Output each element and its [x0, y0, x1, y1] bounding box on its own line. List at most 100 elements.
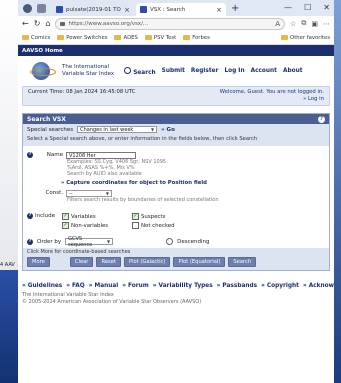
descending-label: Descending — [177, 238, 210, 245]
help-icon[interactable]: ? — [27, 238, 33, 245]
bookmark-ades[interactable]: ADES — [114, 35, 138, 41]
footer-link-guidelines[interactable]: » Guidelines — [22, 283, 62, 289]
footer-link-variability-types[interactable]: » Variability Types — [153, 283, 213, 289]
nav-submit[interactable]: Submit — [162, 68, 185, 74]
minimize-icon[interactable]: — — [284, 3, 292, 12]
orderby-row: ? Order by GCVS sequence ▼ Descending — [27, 236, 325, 248]
site-favicon-icon — [140, 6, 147, 13]
lock-icon — [60, 21, 66, 26]
chevron-down-icon: ▼ — [105, 191, 109, 197]
button-row: More Clear Reset Plot (Galactic) Plot (E… — [27, 257, 325, 268]
checkbox-not-checked[interactable]: Not checked — [132, 222, 202, 230]
site-header: The International Variable Star Index Se… — [18, 56, 334, 86]
folder-icon — [144, 35, 152, 40]
collections-icon[interactable]: ▣ — [311, 20, 318, 28]
vsx-logo-icon[interactable] — [30, 60, 56, 82]
bookmark-power-switches[interactable]: Power Switches — [57, 35, 107, 41]
name-input[interactable]: V1208 Her — [66, 151, 136, 159]
orderby-select[interactable]: GCVS sequence ▼ — [65, 236, 114, 248]
bookmark-psv-test[interactable]: PSV Test — [144, 35, 176, 41]
search-button[interactable]: Search — [228, 257, 257, 268]
nav-log-in[interactable]: Log In — [224, 68, 244, 74]
help-icon[interactable]: ? — [318, 115, 325, 123]
checkbox-non-variables[interactable]: ✓ Non-variables — [62, 222, 132, 230]
descending-radio[interactable] — [166, 238, 174, 246]
checkbox-variables[interactable]: ✓ Variables — [62, 213, 132, 221]
more-button[interactable]: More — [27, 257, 50, 268]
checkbox-icon: ✓ — [62, 213, 69, 221]
nav-search[interactable]: Search — [124, 66, 156, 76]
login-link[interactable]: » Log in — [220, 96, 324, 103]
constellation-select[interactable]: -- ▼ — [66, 190, 112, 198]
checkbox-icon: ✓ — [62, 222, 69, 230]
folder-icon — [22, 35, 29, 40]
footer-link-forum[interactable]: » Forum — [122, 283, 149, 289]
site-brand: The International Variable Star Index — [62, 64, 115, 77]
footer-link-faq[interactable]: » FAQ — [66, 283, 84, 289]
favorite-star-icon[interactable]: ☆ — [290, 20, 296, 28]
nav-register[interactable]: Register — [191, 68, 219, 74]
const-label: Const. — [45, 190, 63, 197]
tab-vsx-search[interactable]: VSX : Search × — [136, 3, 226, 16]
capture-coordinates-link[interactable]: » Capture coordinates for object to Posi… — [61, 180, 325, 186]
search-icon — [124, 66, 132, 74]
plot-galactic-button[interactable]: Plot (Galactic) — [123, 257, 171, 268]
tab-bar: pulsate(2019-01 TO ... × VSX : Search × … — [18, 0, 334, 16]
desktop-window-fragment-text: 4 AAV — [0, 262, 15, 268]
home-icon[interactable]: ⌂ — [45, 19, 50, 28]
checkbox-icon — [132, 222, 139, 230]
footer-link-passbands[interactable]: » Passbands — [217, 283, 257, 289]
folder-icon — [281, 35, 289, 40]
special-searches-row: Special searches Changes in last week ▼ … — [23, 124, 329, 135]
browser-window: pulsate(2019-01 TO ... × VSX : Search × … — [18, 0, 334, 383]
special-searches-select[interactable]: Changes in last week ▼ — [77, 126, 158, 133]
back-icon[interactable]: ← — [22, 19, 29, 28]
folder-icon — [114, 35, 122, 40]
extensions-icon[interactable]: ⧉ — [301, 19, 306, 28]
tab-actions-icon[interactable] — [37, 3, 46, 13]
welcome-text: Welcome, Guest. You are not logged in. — [219, 89, 324, 95]
aavso-home-link[interactable]: AAVSO Home — [18, 45, 334, 56]
footer-link-copyright[interactable]: » Copyright — [261, 283, 299, 289]
plot-equatorial-button[interactable]: Plot (Equatorial) — [173, 257, 226, 268]
maximize-icon[interactable]: ☐ — [304, 3, 311, 12]
include-checkboxes: ✓ Variables ✓ Suspects ✓ Non-variables Not … — [62, 213, 202, 230]
url-field[interactable]: https://www.aavso.org/vsx/... A — [55, 17, 286, 30]
welcome-block: Welcome, Guest. You are not logged in. »… — [220, 89, 324, 103]
footer-nav: » Guidelines » FAQ » Manual » Forum » Va… — [18, 283, 334, 289]
search-form: ? Name V1208 Her Examples: SS Cyg, V406 … — [23, 146, 329, 249]
footer-link-manual[interactable]: » Manual — [89, 283, 119, 289]
go-link[interactable]: » Go — [161, 127, 175, 133]
settings-menu-icon[interactable]: ⋯ — [323, 20, 330, 28]
folder-icon — [57, 35, 65, 40]
reset-button[interactable]: Reset — [96, 257, 121, 268]
checkbox-suspects[interactable]: ✓ Suspects — [132, 213, 202, 221]
more-note: Click More for coordinate-based searches — [27, 249, 131, 256]
footer-link-acknowledgements[interactable]: » Acknow — [303, 283, 334, 289]
include-row: ? Include ✓ Variables ✓ Suspects ✓ Non-vari… — [27, 213, 325, 230]
clear-button[interactable]: Clear — [69, 257, 94, 268]
constellation-row: Const. -- ▼ — [27, 190, 325, 198]
close-tab-icon[interactable]: × — [216, 6, 222, 14]
name-label: Name — [46, 151, 63, 158]
bookmark-comics[interactable]: Comics — [22, 35, 50, 41]
profile-icon[interactable] — [23, 3, 32, 13]
close-tab-icon[interactable]: × — [124, 6, 130, 14]
buttons-bar: Click More for coordinate-based searches… — [23, 248, 329, 271]
bookmark-other-favorites[interactable]: Other favorites — [281, 35, 330, 41]
chevron-down-icon: ▼ — [151, 127, 155, 132]
desktop-background-top — [0, 0, 18, 270]
read-aloud-icon[interactable]: A — [275, 20, 280, 28]
nav-about[interactable]: About — [283, 68, 303, 74]
special-searches-label: Special searches — [27, 126, 74, 133]
close-window-icon[interactable]: ✕ — [323, 3, 330, 12]
special-searches-note: Select a Special search above, or enter … — [23, 135, 329, 146]
new-tab-icon[interactable]: + — [231, 3, 239, 14]
site-favicon-icon — [56, 6, 63, 13]
tab-pulsate[interactable]: pulsate(2019-01 TO ... × — [52, 3, 134, 16]
reload-icon[interactable]: ↻ — [34, 19, 41, 28]
nav-account[interactable]: Account — [251, 68, 277, 74]
desktop-background-right — [334, 0, 341, 383]
bookmark-forbes[interactable]: Forbes — [183, 35, 210, 41]
orderby-label: Order by — [37, 238, 62, 245]
